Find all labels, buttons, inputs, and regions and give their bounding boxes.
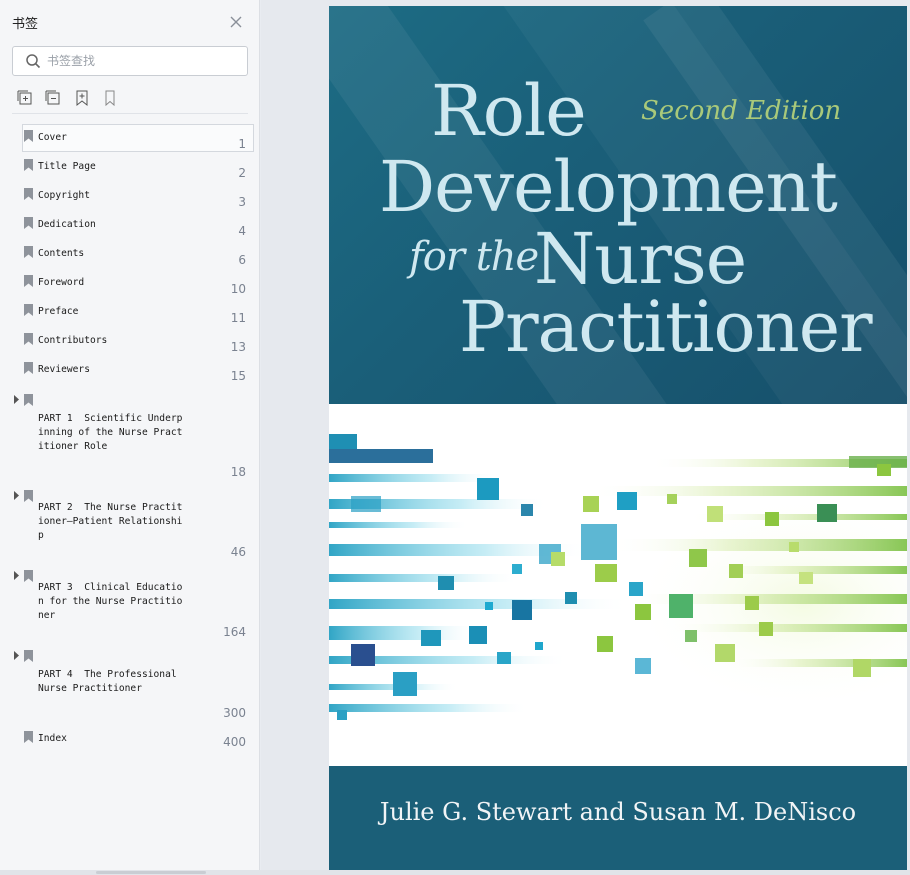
- bookmark-icon: [24, 490, 33, 502]
- bookmark-icon: [24, 333, 33, 345]
- bookmark-label: PART 1 Scientific Underpinning of the Nu…: [38, 413, 183, 452]
- cover-title-line: for the: [409, 234, 539, 280]
- bookmark-label: Reviewers: [38, 364, 90, 375]
- bookmark-icon: [24, 650, 33, 662]
- bookmark-label: Dedication: [38, 219, 96, 230]
- search-input[interactable]: [47, 51, 237, 71]
- bookmark-label: Foreword: [38, 277, 85, 288]
- bookmark-item-cover[interactable]: Cover 1: [0, 124, 260, 152]
- bookmark-label: Contributors: [38, 335, 108, 346]
- bookmark-item-part-3[interactable]: PART 3 Clinical Education for the Nurse …: [0, 564, 260, 639]
- bookmark-icon: [24, 304, 33, 316]
- bookmark-panel: 书签 Cover 1: [0, 0, 260, 875]
- bookmark-item-part-4[interactable]: PART 4 The Professional Nurse Practition…: [0, 644, 260, 720]
- pdf-page-cover: Role Second Edition Development for the …: [329, 6, 910, 870]
- add-bookmark-icon[interactable]: [73, 89, 91, 107]
- bookmark-item-contributors[interactable]: Contributors 13: [0, 327, 260, 355]
- pdf-reader-window: 书签 Cover 1: [0, 0, 910, 875]
- bookmark-icon: [24, 731, 33, 743]
- bookmark-label: Index: [38, 733, 67, 744]
- bookmark-page-number: 164: [223, 625, 246, 639]
- bookmark-label: PART 3 Clinical Education for the Nurse …: [38, 582, 183, 621]
- bookmark-label: Cover: [38, 132, 67, 143]
- toolbar-divider: [12, 113, 248, 114]
- bookmark-icon: [24, 275, 33, 287]
- bookmark-page-number: 18: [230, 465, 246, 479]
- bookmark-page-number: 13: [230, 340, 246, 354]
- bookmark-label: Preface: [38, 306, 79, 317]
- bookmark-icon: [24, 217, 33, 229]
- bookmark-page-number: 6: [238, 253, 246, 267]
- bookmark-outline-icon[interactable]: [101, 89, 119, 107]
- cover-artwork: [329, 404, 907, 766]
- bookmark-page-number: 15: [230, 369, 246, 383]
- cover-author-band: Julie G. Stewart and Susan M. DeNisco: [329, 766, 907, 870]
- bookmark-page-number: 46: [230, 545, 246, 559]
- bookmark-icon: [24, 130, 33, 142]
- cover-title-line: Development: [379, 146, 838, 228]
- bookmark-icon: [24, 362, 33, 374]
- bookmark-item-copyright[interactable]: Copyright 3: [0, 182, 260, 210]
- bookmark-item-foreword[interactable]: Foreword 10: [0, 269, 260, 297]
- bookmark-item-preface[interactable]: Preface 11: [0, 298, 260, 326]
- bookmark-item-part-2[interactable]: PART 2 The Nurse Practitioner—Patient Re…: [0, 484, 260, 559]
- bookmark-label: PART 2 The Nurse Practitioner—Patient Re…: [38, 502, 183, 541]
- cover-title-line: Practitioner: [459, 286, 873, 368]
- bookmark-icon: [24, 570, 33, 582]
- search-icon: [26, 54, 41, 69]
- collapse-all-icon[interactable]: [44, 89, 62, 107]
- bookmark-page-number: 2: [238, 166, 246, 180]
- bookmark-label: Title Page: [38, 161, 96, 172]
- bookmark-label: Copyright: [38, 190, 90, 201]
- bookmark-label: PART 4 The Professional Nurse Practition…: [38, 669, 183, 694]
- bookmark-item-index[interactable]: Index 400: [0, 725, 260, 753]
- bookmark-item-reviewers[interactable]: Reviewers 15: [0, 356, 260, 384]
- scrollbar-thumb[interactable]: [96, 871, 206, 874]
- bookmark-page-number: 10: [230, 282, 246, 296]
- bookmark-icon: [24, 188, 33, 200]
- cover-title-area: Role Second Edition Development for the …: [329, 6, 907, 404]
- bookmark-icon: [24, 394, 33, 406]
- bookmark-icon: [24, 159, 33, 171]
- panel-title: 书签: [12, 17, 39, 32]
- bookmark-label: Contents: [38, 248, 85, 259]
- bookmark-page-number: 3: [238, 195, 246, 209]
- bookmark-icon: [24, 246, 33, 258]
- cover-abstract-graphic: [329, 404, 907, 766]
- cover-authors: Julie G. Stewart and Susan M. DeNisco: [379, 798, 857, 826]
- bookmark-item-part-1[interactable]: PART 1 Scientific Underpinning of the Nu…: [0, 388, 260, 479]
- document-viewer[interactable]: Role Second Edition Development for the …: [261, 0, 910, 875]
- horizontal-scrollbar[interactable]: [0, 870, 910, 875]
- close-icon[interactable]: [228, 14, 244, 30]
- bookmark-page-number: 1: [238, 137, 246, 151]
- bookmark-item-dedication[interactable]: Dedication 4: [0, 211, 260, 239]
- bookmark-page-number: 400: [223, 735, 246, 749]
- expand-arrow-icon[interactable]: [13, 571, 20, 580]
- bookmark-page-number: 4: [238, 224, 246, 238]
- bookmark-item-title-page[interactable]: Title Page 2: [0, 153, 260, 181]
- cover-title-line: Role: [431, 70, 587, 152]
- bookmark-search-field[interactable]: [12, 46, 248, 76]
- bookmark-page-number: 300: [223, 706, 246, 720]
- expand-arrow-icon[interactable]: [13, 651, 20, 660]
- cover-edition: Second Edition: [641, 96, 842, 126]
- expand-arrow-icon[interactable]: [13, 395, 20, 404]
- bookmark-page-number: 11: [230, 311, 246, 325]
- expand-arrow-icon[interactable]: [13, 491, 20, 500]
- bookmark-item-contents[interactable]: Contents 6: [0, 240, 260, 268]
- expand-all-icon[interactable]: [16, 89, 34, 107]
